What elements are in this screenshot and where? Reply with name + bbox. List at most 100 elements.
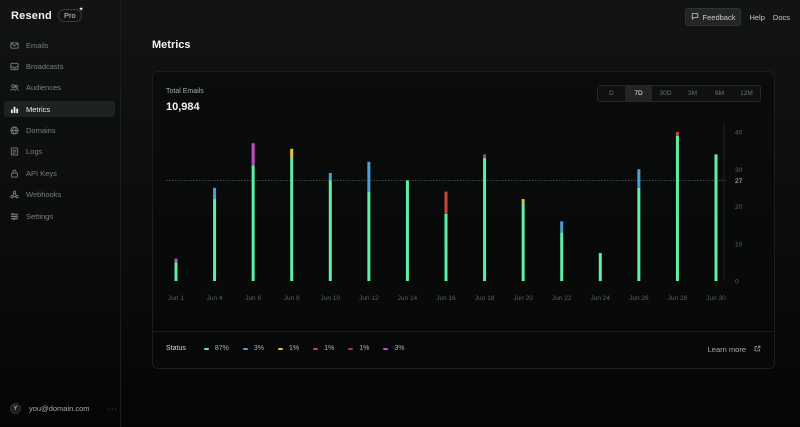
chart-bar-segment (675, 135, 679, 281)
chart-bar-segment (251, 143, 255, 166)
status-percent: 1% (289, 345, 300, 352)
chart-bar-segment (560, 221, 564, 233)
x-tick-label: Jun 26 (629, 295, 649, 302)
x-tick-label: Jun 20 (513, 295, 533, 302)
legend-swatch (203, 347, 209, 350)
sidebar-item-webhooks[interactable]: Webhooks (4, 187, 115, 203)
plan-badge-label: Pro (63, 11, 76, 20)
x-tick-label: Jun 22 (552, 295, 572, 302)
bar-chart-icon (10, 105, 19, 114)
avatar: Y (10, 403, 21, 414)
status-item-6: 3% (383, 345, 405, 352)
y-tick-label: 0 (735, 279, 739, 286)
x-tick-label: Jun 1 (168, 295, 184, 302)
page-title: Metrics (152, 39, 191, 51)
sidebar-item-emails[interactable]: Emails (4, 37, 115, 53)
chart-bar-segment (367, 191, 371, 281)
sidebar-item-label: Webhooks (26, 190, 62, 200)
sidebar-nav: Emails Broadcasts Audiences Metrics Doma… (4, 37, 115, 230)
mail-icon (10, 41, 19, 50)
sidebar-item-label: Settings (26, 211, 54, 221)
help-link[interactable]: Help (749, 13, 764, 22)
legend-swatch (242, 347, 248, 350)
sidebar-item-domains[interactable]: Domains (4, 123, 115, 139)
chart-bar-segment (483, 154, 487, 159)
chat-bubble-icon (691, 12, 699, 22)
x-tick-label: Jun 10 (321, 295, 341, 302)
x-tick-label: Jun 18 (475, 295, 495, 302)
status-item-2: 3% (242, 345, 264, 352)
chart-bar-segment (714, 154, 718, 281)
y-tick-label: 20 (735, 204, 743, 211)
top-bar: Feedback Help Docs (684, 8, 790, 26)
sidebar-item-settings[interactable]: Settings (4, 208, 115, 224)
learn-more-link[interactable]: Learn more (708, 345, 761, 354)
chart-bar-segment (675, 132, 679, 136)
chart-bar-segment (174, 262, 178, 281)
status-legend: Status 87% 3% 1% 1% 1% 3% (166, 345, 405, 352)
lock-icon (10, 169, 19, 178)
sidebar-item-label: Logs (26, 147, 43, 157)
chart-bar-segment (598, 253, 602, 281)
chart-bar-segment (328, 172, 332, 181)
chart-bar-segment (367, 161, 371, 192)
brand-name: Resend (11, 9, 52, 22)
x-tick-label: Jun 14 (398, 295, 418, 302)
sliders-icon (10, 212, 19, 221)
x-tick-label: Jun 6 (245, 295, 261, 302)
chart-bar-segment (637, 169, 641, 188)
x-tick-label: Jun 8 (284, 295, 300, 302)
status-item-delivered: 87% (203, 345, 229, 352)
legend-swatch (348, 347, 354, 350)
chart-bar-segment (521, 202, 525, 281)
chart-bar-segment (405, 180, 409, 281)
sidebar-item-logs[interactable]: Logs (4, 144, 115, 160)
chart-bar-segment (174, 258, 178, 263)
sidebar-item-label: Broadcasts (26, 61, 64, 71)
y-tick-label: 40 (735, 130, 743, 137)
chart-bar-segment (483, 158, 487, 281)
sidebar-item-label: Domains (26, 126, 56, 136)
sidebar-item-label: Emails (26, 40, 49, 50)
learn-more-label: Learn more (707, 345, 746, 354)
chart-bar-segment (444, 191, 448, 214)
sidebar-item-api-keys[interactable]: API Keys (4, 165, 115, 181)
webhook-icon (10, 190, 19, 199)
sidebar-item-label: API Keys (26, 168, 57, 178)
sidebar-item-audiences[interactable]: Audiences (4, 80, 115, 96)
docs-link[interactable]: Docs (773, 13, 790, 22)
x-tick-label: Jun 12 (359, 295, 379, 302)
sidebar-item-label: Audiences (26, 83, 62, 93)
legend-swatch (278, 347, 283, 350)
brand[interactable]: Resend Pro ✦ (11, 7, 84, 22)
chart-bar-segment (521, 199, 525, 203)
sidebar-item-label: Metrics (26, 104, 51, 114)
sidebar-item-broadcasts[interactable]: Broadcasts (4, 58, 115, 74)
status-label: Status (166, 345, 186, 352)
more-options-icon[interactable]: ··· (108, 404, 119, 413)
chart-bar-segment (251, 165, 255, 281)
status-item-5: 1% (348, 345, 369, 352)
user-account[interactable]: Y you@domain.com ··· (10, 403, 118, 414)
feedback-button[interactable]: Feedback (684, 8, 742, 26)
emails-bar-chart: 0 10 20 30 40 27 Jun 1 Jun 4 Jun 6 Jun 8 Jun 10 Jun… (166, 122, 743, 302)
status-percent: 3% (394, 345, 405, 352)
status-percent: 3% (253, 345, 264, 352)
sidebar: Resend Pro ✦ Emails Broadcasts Audiences (0, 0, 121, 427)
status-item-3: 1% (278, 345, 299, 352)
x-tick-label: Jun 4 (207, 295, 223, 302)
sparkle-icon: ✦ (78, 7, 84, 13)
chart-bar-segment (213, 199, 217, 281)
x-tick-label: Jun 30 (706, 295, 726, 302)
y-tick-label: 10 (735, 241, 743, 248)
card-divider (153, 331, 774, 332)
chart-bar-segment (444, 213, 448, 281)
chart-bar-segment (560, 232, 564, 281)
sidebar-item-metrics[interactable]: Metrics (4, 101, 115, 118)
status-percent: 1% (359, 345, 370, 352)
users-icon (10, 83, 19, 92)
x-tick-label: Jun 16 (436, 295, 456, 302)
chart-bar-segment (637, 187, 641, 281)
legend-swatch (313, 347, 319, 350)
legend-swatch (383, 347, 389, 350)
